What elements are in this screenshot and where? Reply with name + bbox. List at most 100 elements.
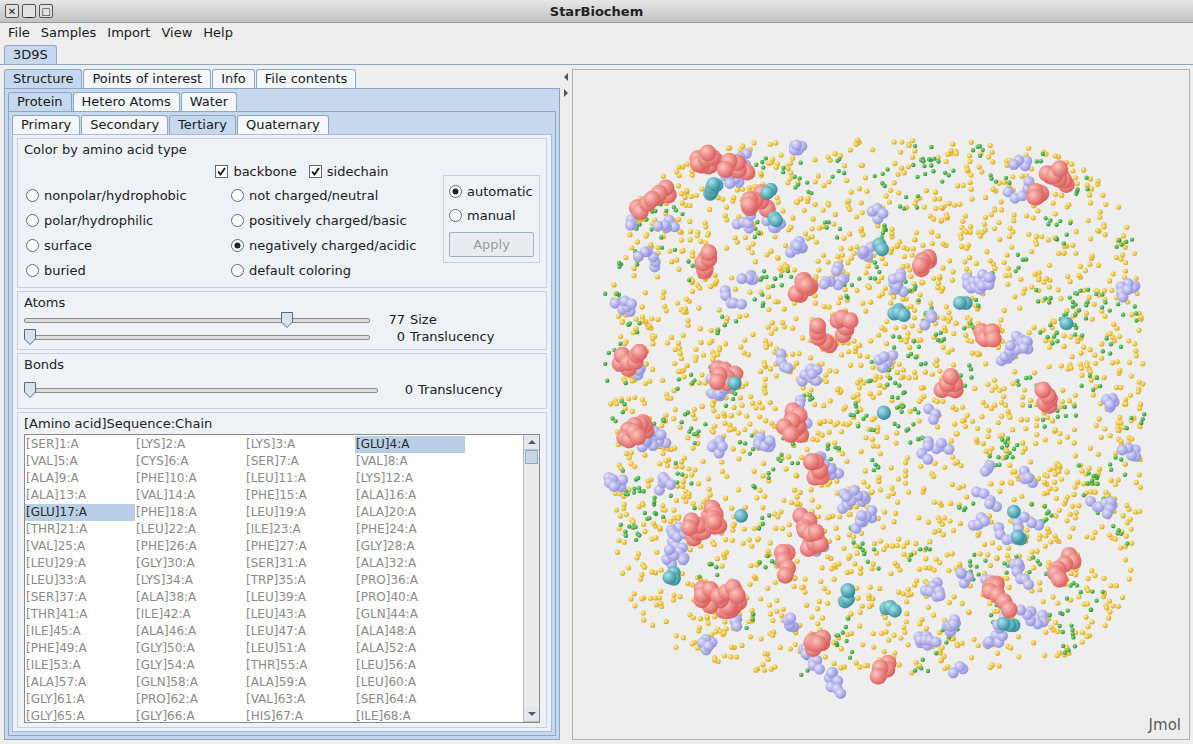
radio-item[interactable]: positively charged/basic <box>231 213 443 228</box>
residue-item[interactable]: [LYS]12:A <box>355 470 465 487</box>
radio-button[interactable] <box>231 189 244 202</box>
radio-button[interactable] <box>231 214 244 227</box>
view-tab[interactable]: Tertiary <box>169 115 236 134</box>
menu-item[interactable]: Import <box>103 24 157 42</box>
residue-item[interactable]: [ALA]59:A <box>245 674 355 691</box>
radio-item[interactable]: surface <box>26 238 231 253</box>
residue-item[interactable]: [ALA]20:A <box>355 504 465 521</box>
residue-item[interactable]: [ALA]9:A <box>25 470 135 487</box>
residue-item[interactable]: [GLY]50:A <box>135 640 245 657</box>
residue-item[interactable]: [ALA]52:A <box>355 640 465 657</box>
residue-item[interactable]: [THR]41:A <box>25 606 135 623</box>
residue-item[interactable]: [GLY]66:A <box>135 708 245 722</box>
radio-button[interactable] <box>231 239 244 252</box>
view-tab[interactable]: Primary <box>12 115 80 134</box>
residue-item[interactable]: [VAL]8:A <box>355 453 465 470</box>
collapse-left-icon[interactable] <box>564 73 568 81</box>
radio-button[interactable] <box>449 185 462 198</box>
scrollbar[interactable] <box>523 435 539 722</box>
scroll-thumb[interactable] <box>525 450 538 464</box>
menu-item[interactable]: Samples <box>37 24 104 42</box>
residue-item[interactable]: [LEU]39:A <box>245 589 355 606</box>
residue-item[interactable]: [PRO]40:A <box>355 589 465 606</box>
mode-radio-item[interactable]: manual <box>449 208 534 223</box>
residue-item[interactable]: [ALA]16:A <box>355 487 465 504</box>
residue-item[interactable]: [ALA]13:A <box>25 487 135 504</box>
residue-item[interactable]: [ALA]32:A <box>355 555 465 572</box>
radio-item[interactable]: nonpolar/hydrophobic <box>26 188 231 203</box>
residue-item[interactable]: [ILE]53:A <box>25 657 135 674</box>
menu-item[interactable]: View <box>157 24 199 42</box>
residue-item[interactable]: [CYS]6:A <box>135 453 245 470</box>
residue-item[interactable]: [THR]55:A <box>245 657 355 674</box>
radio-button[interactable] <box>231 264 244 277</box>
radio-button[interactable] <box>449 209 462 222</box>
residue-item[interactable]: [PRO]62:A <box>135 691 245 708</box>
scroll-up-button[interactable] <box>524 435 539 450</box>
residue-item[interactable]: [SER]31:A <box>245 555 355 572</box>
molecule-viewer[interactable]: Jmol <box>572 69 1190 740</box>
residue-item[interactable]: [GLN]44:A <box>355 606 465 623</box>
residue-item[interactable]: [VAL]5:A <box>25 453 135 470</box>
molecule-drawing[interactable] <box>573 70 1189 739</box>
radio-item[interactable]: negatively charged/acidic <box>231 238 443 253</box>
residue-item[interactable]: [HIS]67:A <box>245 708 355 722</box>
residue-item[interactable]: [SER]64:A <box>355 691 465 708</box>
residue-item[interactable]: [PHE]15:A <box>245 487 355 504</box>
residue-item[interactable]: [LEU]43:A <box>245 606 355 623</box>
checkbox[interactable] <box>309 165 322 178</box>
residue-item[interactable]: [GLY]65:A <box>25 708 135 722</box>
radio-button[interactable] <box>26 214 39 227</box>
residue-item[interactable]: [ILE]45:A <box>25 623 135 640</box>
sub-tab[interactable]: Hetero Atoms <box>73 92 180 111</box>
slider[interactable] <box>24 382 378 398</box>
residue-item[interactable]: [ALA]57:A <box>25 674 135 691</box>
residue-item[interactable]: [SER]1:A <box>25 436 135 453</box>
residue-item[interactable]: [LEU]56:A <box>355 657 465 674</box>
residue-item[interactable]: [LEU]11:A <box>245 470 355 487</box>
residue-item[interactable]: [LEU]29:A <box>25 555 135 572</box>
residue-item[interactable]: [ILE]42:A <box>135 606 245 623</box>
residue-item[interactable]: [GLN]58:A <box>135 674 245 691</box>
main-tab[interactable]: Info <box>212 69 255 88</box>
window-control-button[interactable]: _ <box>22 4 36 18</box>
residue-item[interactable]: [LEU]22:A <box>135 521 245 538</box>
residue-item[interactable]: [LYS]34:A <box>135 572 245 589</box>
sub-tab[interactable]: Water <box>181 92 237 111</box>
residue-item[interactable]: [VAL]14:A <box>135 487 245 504</box>
residue-item[interactable]: [PHE]10:A <box>135 470 245 487</box>
apply-button[interactable]: Apply <box>449 232 534 257</box>
residue-item[interactable]: [LYS]2:A <box>135 436 245 453</box>
residue-item[interactable]: [LEU]60:A <box>355 674 465 691</box>
residue-item[interactable]: [GLY]61:A <box>25 691 135 708</box>
view-tab[interactable]: Secondary <box>81 115 168 134</box>
slider[interactable] <box>24 329 370 345</box>
main-tab[interactable]: Structure <box>4 69 82 88</box>
residue-item[interactable]: [LEU]47:A <box>245 623 355 640</box>
residue-item[interactable]: [PRO]36:A <box>355 572 465 589</box>
radio-button[interactable] <box>26 264 39 277</box>
checkbox[interactable] <box>215 165 228 178</box>
radio-item[interactable]: not charged/neutral <box>231 188 443 203</box>
window-control-button[interactable]: ✕ <box>5 4 19 18</box>
residue-item[interactable]: [VAL]25:A <box>25 538 135 555</box>
slider[interactable] <box>24 312 370 328</box>
menu-item[interactable]: File <box>4 24 37 42</box>
mode-radio-item[interactable]: automatic <box>449 184 534 199</box>
view-tab[interactable]: Quaternary <box>237 115 329 134</box>
residue-item[interactable]: [GLY]28:A <box>355 538 465 555</box>
main-tab[interactable]: File contents <box>256 69 356 88</box>
residue-item[interactable]: [LEU]19:A <box>245 504 355 521</box>
main-tab[interactable]: Points of interest <box>83 69 211 88</box>
residue-item[interactable]: [PHE]49:A <box>25 640 135 657</box>
residue-item[interactable]: [ALA]38:A <box>135 589 245 606</box>
checkbox-item[interactable]: sidechain <box>309 164 389 179</box>
radio-button[interactable] <box>26 189 39 202</box>
radio-item[interactable]: default coloring <box>231 263 443 278</box>
residue-item[interactable]: [PHE]26:A <box>135 538 245 555</box>
document-tab[interactable]: 3D9S <box>4 45 57 64</box>
residue-item[interactable]: [GLY]54:A <box>135 657 245 674</box>
slider-thumb[interactable] <box>281 312 293 328</box>
residue-item[interactable]: [PHE]18:A <box>135 504 245 521</box>
scroll-track[interactable] <box>524 450 539 707</box>
